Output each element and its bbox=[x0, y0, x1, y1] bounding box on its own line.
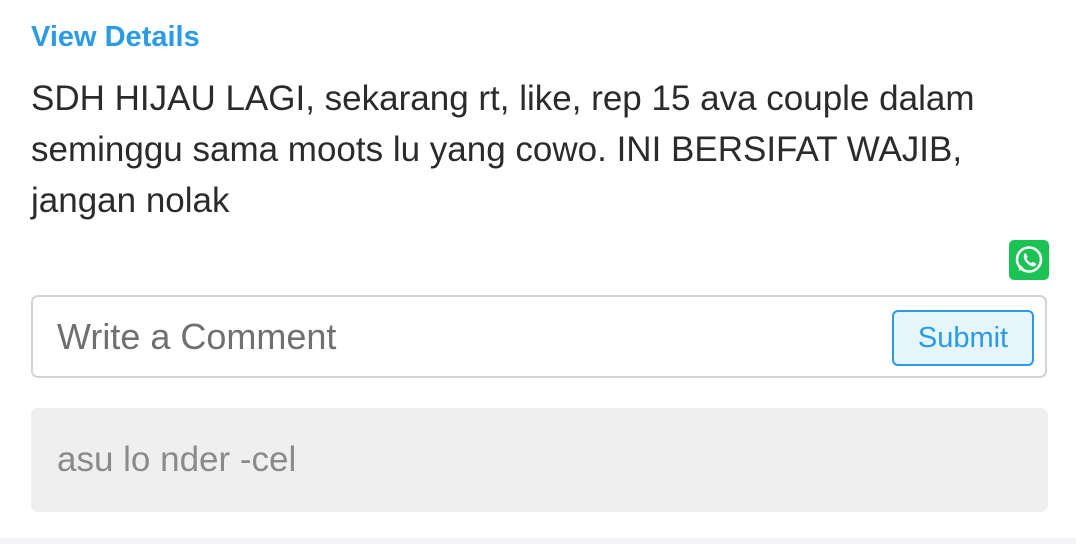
view-details-link[interactable]: View Details bbox=[31, 18, 200, 56]
comment-item: asu lo nder -cel bbox=[31, 408, 1048, 512]
post-text: SDH HIJAU LAGI, sekarang rt, like, rep 1… bbox=[31, 79, 975, 220]
submit-button[interactable]: Submit bbox=[892, 310, 1034, 366]
comment-input[interactable] bbox=[57, 313, 877, 361]
post-detail-card: View Details SDH HIJAU LAGI, sekarang rt… bbox=[0, 0, 1076, 544]
divider bbox=[0, 538, 1076, 544]
comment-text: asu lo nder -cel bbox=[57, 440, 297, 479]
whatsapp-icon bbox=[1015, 246, 1043, 273]
comment-form: Submit bbox=[31, 295, 1047, 378]
whatsapp-share-button[interactable] bbox=[1009, 240, 1049, 280]
